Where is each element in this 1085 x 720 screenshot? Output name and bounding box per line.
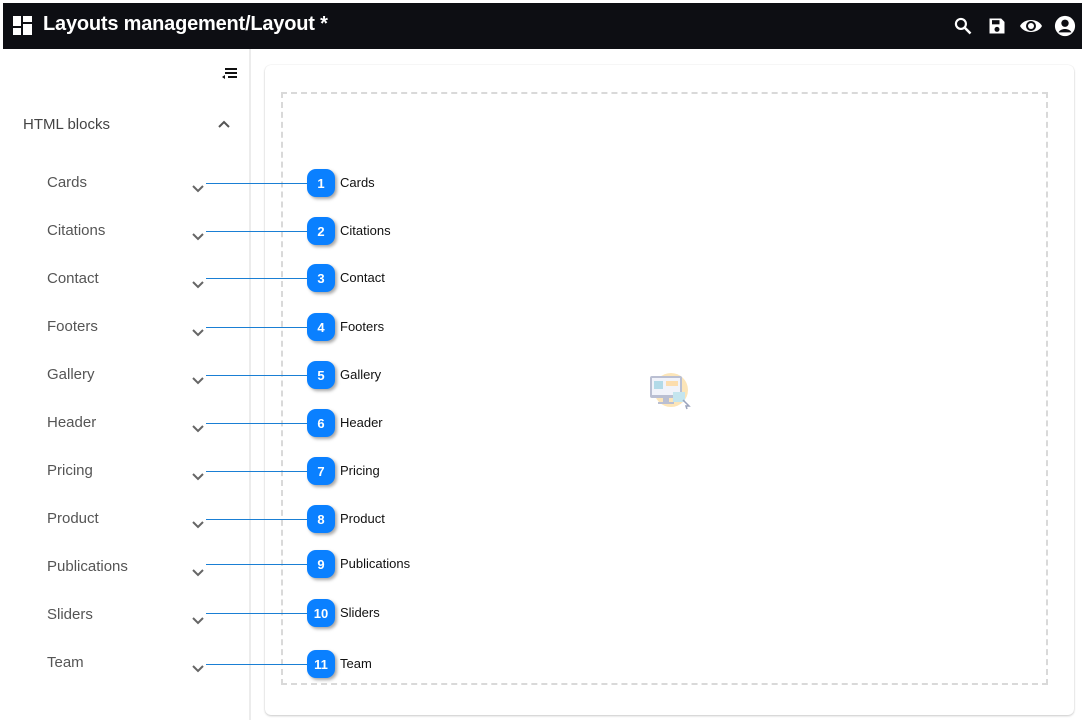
chevron-down-icon[interactable]: [191, 180, 205, 198]
callout-label: Gallery: [340, 367, 382, 382]
callout-label: Footers: [340, 319, 385, 334]
chevron-down-icon[interactable]: [191, 468, 205, 486]
chevron-down-icon[interactable]: [191, 612, 205, 630]
search-icon: [954, 17, 972, 35]
group-label: HTML blocks: [23, 116, 110, 133]
callout-line: [206, 471, 310, 472]
dashboard-icon[interactable]: [13, 16, 32, 35]
sidebar-item-label: Header: [47, 414, 97, 431]
callout-line: [206, 231, 310, 232]
callout-label: Citations: [340, 223, 391, 238]
sidebar-item-pricing[interactable]: Pricing: [47, 462, 207, 484]
sidebar-item-product[interactable]: Product: [47, 510, 207, 532]
callout-line: [206, 564, 310, 565]
callout-label: Sliders: [340, 605, 380, 620]
callout-badge: 9: [307, 550, 335, 578]
page-title: Layouts management/Layout *: [43, 13, 328, 35]
chevron-down-icon[interactable]: [191, 276, 205, 294]
preview-button[interactable]: [1018, 13, 1044, 39]
sort-list-icon: [222, 68, 237, 79]
callout-badge: 6: [307, 409, 335, 437]
sidebar-item-gallery[interactable]: Gallery: [47, 366, 207, 388]
sidebar-item-label: Gallery: [47, 366, 95, 383]
chevron-down-icon[interactable]: [191, 516, 205, 534]
sidebar-item-label: Pricing: [47, 462, 93, 479]
callout-label: Contact: [340, 270, 385, 285]
sidebar-item-contact[interactable]: Contact: [47, 270, 207, 292]
callout-line: [206, 613, 310, 614]
callout-line: [206, 278, 310, 279]
sidebar-item-label: Footers: [47, 318, 98, 335]
search-button[interactable]: [950, 13, 976, 39]
sidebar-item-publications[interactable]: Publications: [47, 558, 207, 580]
sidebar-item-label: Cards: [47, 174, 88, 191]
sidebar-item-header[interactable]: Header: [47, 414, 207, 436]
callout-badge: 4: [307, 313, 335, 341]
chevron-down-icon[interactable]: [191, 564, 205, 582]
callout-badge: 2: [307, 217, 335, 245]
chevron-down-icon[interactable]: [191, 660, 205, 678]
group-html-blocks[interactable]: HTML blocks: [23, 116, 237, 138]
sidebar-divider[interactable]: [249, 49, 251, 720]
callout-line: [206, 375, 310, 376]
chevron-down-icon[interactable]: [191, 420, 205, 438]
sidebar-item-label: Team: [47, 654, 84, 671]
sidebar-item-citations[interactable]: Citations: [47, 222, 207, 244]
callout-label: Pricing: [340, 463, 380, 478]
callout-badge: 1: [307, 169, 335, 197]
toolbar-actions: [950, 13, 1078, 39]
callout-line: [206, 327, 310, 328]
sidebar-item-footers[interactable]: Footers: [47, 318, 207, 340]
callout-line: [206, 664, 310, 665]
chevron-down-icon[interactable]: [191, 324, 205, 342]
chevron-down-icon[interactable]: [191, 228, 205, 246]
callout-label: Cards: [340, 175, 375, 190]
callout-badge: 7: [307, 457, 335, 485]
sidebar-item-sliders[interactable]: Sliders: [47, 606, 207, 628]
sidebar-item-label: Citations: [47, 222, 106, 239]
sidebar-item-label: Product: [47, 510, 99, 527]
callout-label: Header: [340, 415, 383, 430]
top-app-bar: Layouts management/Layout *: [3, 3, 1082, 49]
account-icon: [1054, 15, 1076, 37]
app-window: Layouts management/Layout * HTML blocks …: [0, 0, 1085, 720]
account-button[interactable]: [1052, 13, 1078, 39]
save-icon: [989, 18, 1005, 34]
callout-line: [206, 423, 310, 424]
callout-line: [206, 183, 310, 184]
preview-eye-icon: [1020, 20, 1042, 32]
callout-badge: 10: [307, 599, 335, 627]
callout-badge: 3: [307, 264, 335, 292]
sidebar-item-label: Contact: [47, 270, 99, 287]
sidebar-item-cards[interactable]: Cards: [47, 174, 207, 196]
sidebar-item-label: Publications: [47, 558, 128, 575]
chevron-up-icon[interactable]: [217, 116, 231, 134]
callout-badge: 11: [307, 650, 335, 678]
callout-label: Product: [340, 511, 385, 526]
collapse-sidebar-button[interactable]: [219, 65, 239, 85]
callout-badge: 5: [307, 361, 335, 389]
callout-label: Team: [340, 656, 372, 671]
save-button[interactable]: [984, 13, 1010, 39]
sidebar-item-team[interactable]: Team: [47, 654, 207, 676]
chevron-down-icon[interactable]: [191, 372, 205, 390]
callout-badge: 8: [307, 505, 335, 533]
sidebar-item-label: Sliders: [47, 606, 93, 623]
empty-layout-illustration-icon: [650, 373, 691, 410]
callout-label: Publications: [340, 556, 411, 571]
callout-line: [206, 519, 310, 520]
